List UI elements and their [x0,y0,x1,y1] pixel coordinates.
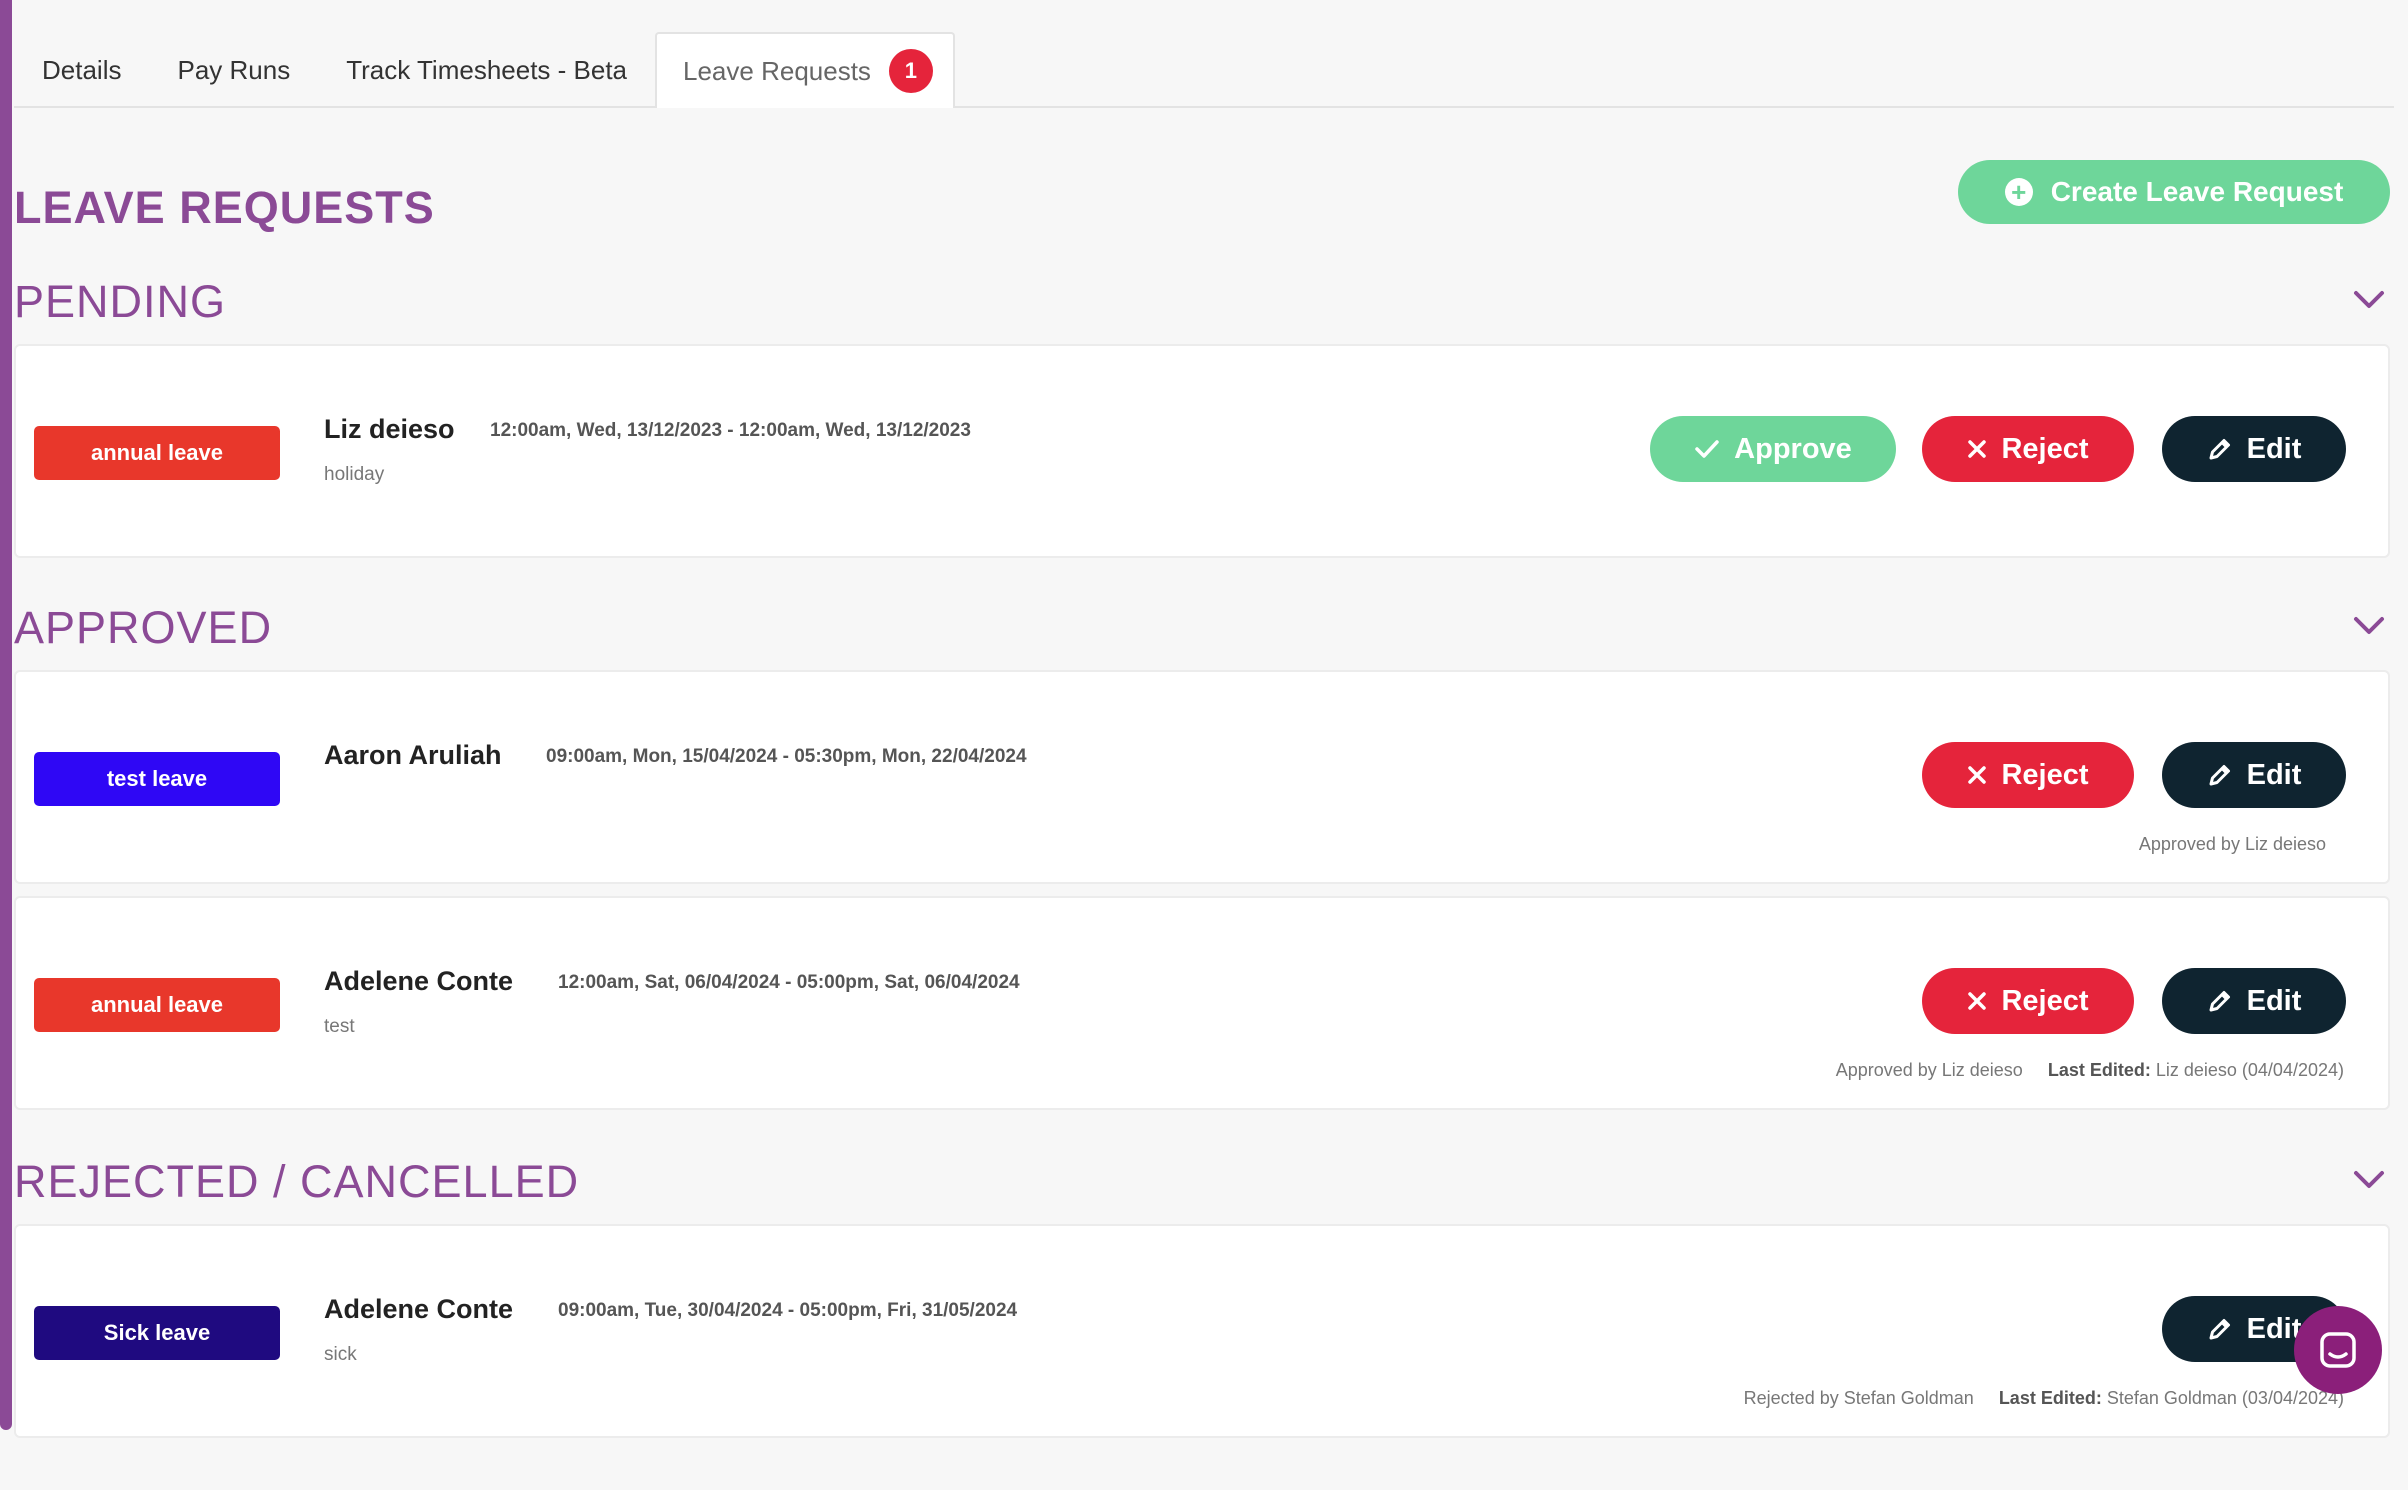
reject-button[interactable]: Reject [1922,416,2134,482]
plus-circle-icon: + [2004,178,2033,206]
close-icon [1968,766,1987,784]
section-title-rejected: REJECTED / CANCELLED [14,1156,580,1207]
last-edited-label: Last Edited: [2047,1060,2151,1080]
leave-note: sick [324,1344,357,1365]
employee-name: Adelene Conte [324,966,514,996]
edit-label: Edit [2246,758,2302,791]
chat-launcher-button[interactable] [2294,1306,2382,1394]
check-icon [1695,440,1719,458]
tab-label: Leave Requests [683,55,871,86]
reject-label: Reject [2001,984,2089,1017]
reject-button[interactable]: Reject [1922,742,2134,808]
leave-dates: 12:00am, Sat, 06/04/2024 - 05:00pm, Sat,… [558,972,1020,993]
tab-label: Pay Runs [177,54,291,85]
last-edited-value: Liz deieso (04/04/2024) [2155,1060,2344,1080]
employee-name: Liz deieso [324,414,455,444]
leave-request-card: test leave Aaron Aruliah 09:00am, Mon, 1… [14,670,2390,884]
pencil-icon [2209,439,2230,460]
status-meta: Approved by Liz deieso Last Edited: Liz … [1836,1060,2344,1081]
edit-button[interactable]: Edit [2162,416,2346,482]
leave-type-tag: annual leave [34,426,280,480]
chevron-down-icon[interactable] [2352,288,2386,312]
section-title-approved: APPROVED [14,602,273,653]
close-icon [1968,440,1987,458]
approve-button[interactable]: Approve [1650,416,1896,482]
employee-name: Aaron Aruliah [324,740,502,770]
leave-type-tag: annual leave [34,978,280,1032]
leave-type-tag: test leave [34,752,280,806]
create-button-label: Create Leave Request [2050,176,2344,207]
last-edited-label: Last Edited: [1998,1388,2102,1408]
pencil-icon [2209,765,2230,786]
reject-label: Reject [2001,432,2089,465]
leave-note: test [324,1016,355,1037]
status-by: Approved by Liz deieso [1835,1060,2023,1080]
edit-label: Edit [2246,1312,2302,1345]
status-by: Approved by Liz deieso [2138,834,2326,854]
chevron-down-icon[interactable] [2352,614,2386,638]
edit-label: Edit [2246,432,2302,465]
tab-details[interactable]: Details [14,34,149,106]
notification-badge: 1 [888,49,933,93]
reject-label: Reject [2001,758,2089,791]
leave-dates: 12:00am, Wed, 13/12/2023 - 12:00am, Wed,… [490,420,971,441]
approve-label: Approve [1734,432,1852,465]
reject-button[interactable]: Reject [1922,968,2134,1034]
edit-button[interactable]: Edit [2162,742,2346,808]
chevron-down-icon[interactable] [2352,1168,2386,1192]
tab-label: Track Timesheets - Beta [346,54,628,85]
leave-request-card: annual leave Liz deieso 12:00am, Wed, 13… [14,344,2390,558]
status-meta: Approved by Liz deieso [2139,834,2326,855]
leave-dates: 09:00am, Tue, 30/04/2024 - 05:00pm, Fri,… [558,1300,1018,1321]
leave-type-tag: Sick leave [34,1306,280,1360]
pencil-icon [2209,991,2230,1012]
edit-button[interactable]: Edit [2162,968,2346,1034]
leave-dates: 09:00am, Mon, 15/04/2024 - 05:30pm, Mon,… [546,746,1027,767]
leave-request-card: Sick leave Adelene Conte 09:00am, Tue, 3… [14,1224,2390,1438]
chat-icon [2320,1332,2356,1368]
status-by: Rejected by Stefan Goldman [1743,1388,1974,1408]
edit-label: Edit [2246,984,2302,1017]
left-accent-rail [0,0,12,1430]
create-leave-request-button[interactable]: + Create Leave Request [1958,160,2390,224]
tab-leave-requests[interactable]: Leave Requests 1 [655,32,955,108]
section-title-pending: PENDING [14,276,227,327]
page-title: LEAVE REQUESTS [14,182,435,233]
pencil-icon [2209,1319,2230,1340]
leave-note: holiday [324,464,385,485]
employee-name: Adelene Conte [324,1294,514,1324]
tab-bar: Details Pay Runs Track Timesheets - Beta… [14,32,2394,108]
leave-request-card: annual leave Adelene Conte 12:00am, Sat,… [14,896,2390,1110]
close-icon [1968,992,1987,1010]
tab-track-timesheets[interactable]: Track Timesheets - Beta [318,34,655,106]
last-edited-value: Stefan Goldman (03/04/2024) [2106,1388,2344,1408]
tab-pay-runs[interactable]: Pay Runs [149,34,318,106]
status-meta: Rejected by Stefan Goldman Last Edited: … [1744,1388,2344,1409]
tab-label: Details [42,54,122,85]
